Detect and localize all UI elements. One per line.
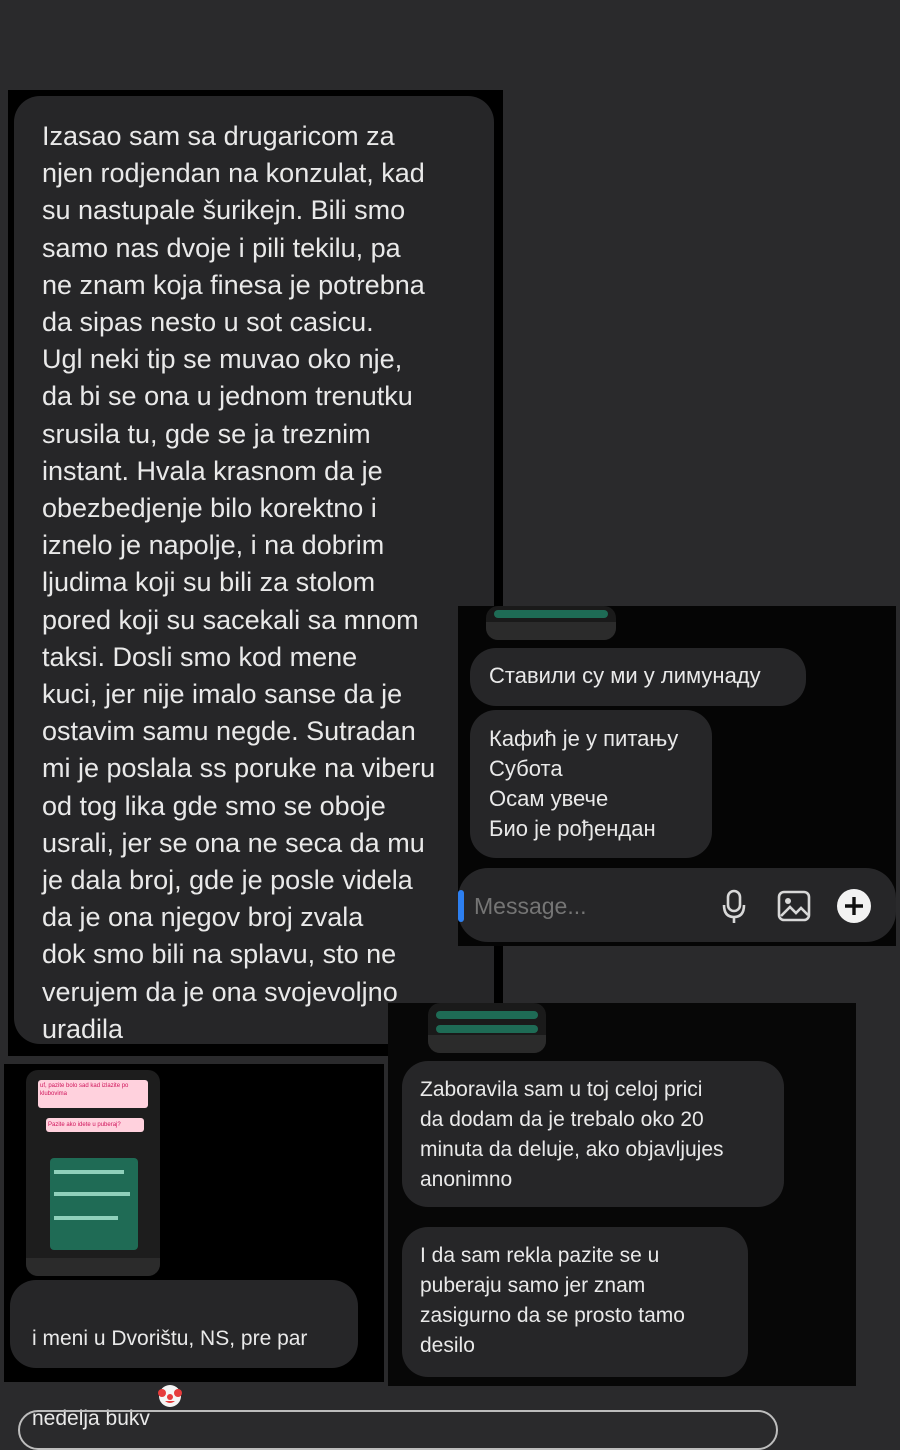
screenshot-panel-left: Izasao sam sa drugaricom za njen rodjend…	[8, 90, 503, 1056]
message-bubble: Кафић је у питању Субота Осам увече Био …	[470, 710, 712, 858]
message-text: I da sam rekla pazite se u puberaju samo…	[420, 1244, 685, 1357]
thumbnail-question-text: Pazite ako idete u puberaj?	[48, 1122, 121, 1128]
message-input[interactable]	[472, 888, 706, 924]
message-text: Zaboravila sam u toj celoj prici da doda…	[420, 1078, 724, 1191]
image-thumbnail	[486, 606, 616, 640]
message-bubble: Ставили су ми у лимунаду	[470, 648, 806, 706]
plus-icon[interactable]	[836, 888, 872, 924]
message-bubble: I da sam rekla pazite se u puberaju samo…	[402, 1227, 748, 1377]
microphone-icon[interactable]	[721, 889, 747, 925]
message-bubble-long: Izasao sam sa drugaricom za njen rodjend…	[14, 96, 494, 1044]
image-icon[interactable]	[777, 890, 811, 922]
screenshot-panel-bottom-left: uf, pazite bolo sad kad izlazite po klub…	[4, 1064, 384, 1430]
message-text: Izasao sam sa drugaricom za njen rodjend…	[42, 121, 436, 1044]
message-bubble: i meni u Dvorištu, NS, pre par nedelja b…	[10, 1280, 358, 1430]
message-composer	[458, 868, 896, 942]
image-thumbnail	[428, 1003, 546, 1053]
screenshot-panel-cyrillic: Ставили су ми у лимунаду Кафић је у пита…	[458, 606, 896, 946]
thumbnail-caption: uf, pazite bolo sad kad izlazite po klub…	[38, 1080, 148, 1108]
composer-accent	[458, 890, 464, 922]
screenshot-panel-bottom-right: Zaboravila sam u toj celoj prici da doda…	[388, 1003, 856, 1386]
message-text: Кафић је у питању Субота Осам увече Био …	[489, 726, 679, 841]
thumbnail-question: Pazite ako idete u puberaj?	[46, 1118, 144, 1132]
thumbnail-caption-text: uf, pazite bolo sad kad izlazite po klub…	[40, 1083, 129, 1097]
next-screenshot-edge	[18, 1410, 778, 1450]
story-screenshot-thumbnail: uf, pazite bolo sad kad izlazite po klub…	[26, 1070, 160, 1276]
message-text: Ставили су ми у лимунаду	[489, 663, 761, 688]
message-bubble: Zaboravila sam u toj celoj prici da doda…	[402, 1061, 784, 1207]
